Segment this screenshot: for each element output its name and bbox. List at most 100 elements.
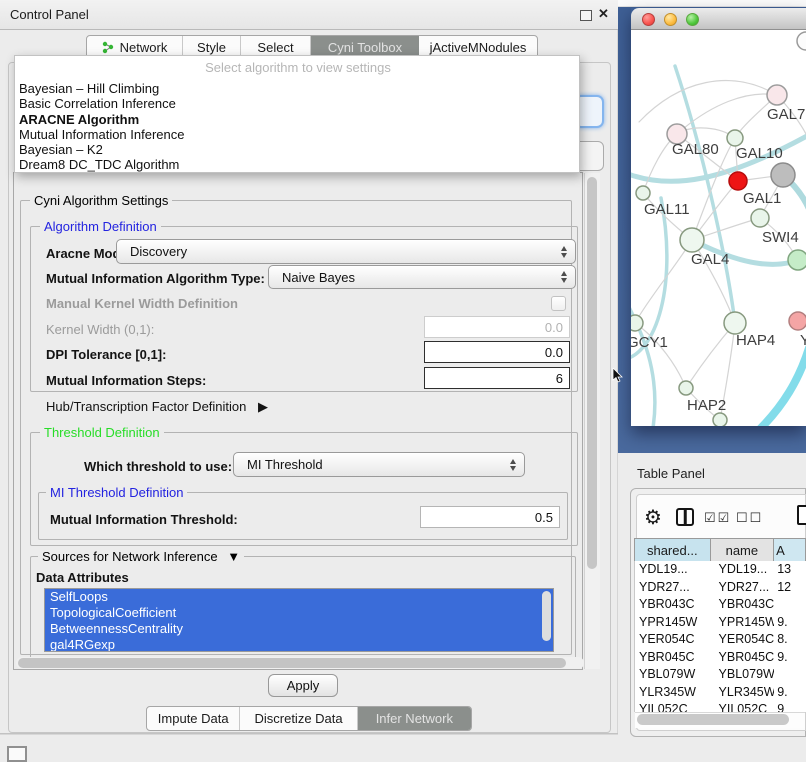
network-node[interactable] [797, 32, 806, 50]
table-row[interactable]: YDL19...YDL19...13 [635, 561, 806, 579]
network-window-titlebar[interactable] [631, 8, 806, 30]
algorithm-option[interactable]: Dream8 DC_TDC Algorithm [15, 157, 581, 172]
table-cell: YBR043C [711, 596, 775, 614]
table-cell: 9. [774, 684, 806, 702]
algorithm-option[interactable]: Bayesian – K2 [15, 142, 581, 157]
settings-horizontal-scrollbar-thumb[interactable] [18, 658, 566, 668]
network-node[interactable] [767, 85, 787, 105]
node-label: GCY1 [631, 334, 668, 351]
table-row[interactable]: YBR045CYBR045C9. [635, 649, 806, 667]
float-window-icon[interactable] [580, 10, 592, 21]
close-icon[interactable]: ✕ [598, 6, 609, 22]
table-cell: YBL079W [711, 666, 775, 684]
network-node[interactable] [751, 209, 769, 227]
mi-type-combobox[interactable]: Naive Bayes [268, 265, 576, 289]
tab-label: Discretize Data [254, 711, 342, 726]
table-row[interactable]: YIL052CYIL052C9 [635, 701, 806, 712]
cyni-bottom-tabbar: Impute Data Discretize Data Infer Networ… [146, 706, 472, 731]
minimize-traffic-light[interactable] [664, 13, 677, 26]
network-node[interactable] [729, 172, 747, 190]
table-cell: YBR045C [635, 649, 711, 667]
tab-label: Network [120, 40, 168, 55]
mi-threshold-field[interactable]: 0.5 [420, 506, 560, 528]
network-node[interactable] [679, 381, 693, 395]
network-edge [635, 323, 686, 388]
dpi-tolerance-field[interactable]: 0.0 [424, 341, 570, 363]
settings-vertical-scrollbar-thumb[interactable] [587, 177, 597, 569]
network-node[interactable] [713, 413, 727, 426]
table-cell [774, 666, 806, 684]
which-threshold-combobox[interactable]: MI Threshold [233, 452, 525, 477]
tab-label: jActiveMNodules [430, 40, 527, 55]
table-cell: YPR145W [635, 614, 711, 632]
sources-legend[interactable]: Sources for Network Inference ▼ [38, 549, 244, 564]
mi-steps-label: Mutual Information Steps: [46, 373, 206, 388]
aracne-mode-combobox[interactable]: Discovery [116, 239, 576, 264]
column-header[interactable]: shared... [635, 539, 711, 562]
network-canvas[interactable]: GAL7GAL80GAL10GAL1GAL11SWI4GAL4GCY1HAP4Y… [631, 30, 806, 426]
chevron-right-icon: ▶ [258, 399, 268, 414]
deselect-all-checkboxes-icon[interactable]: ☐☐ [736, 510, 763, 526]
combobox-value: Naive Bayes [282, 270, 355, 285]
tab-infer-network[interactable]: Infer Network [358, 707, 471, 730]
tab-label: Infer Network [376, 711, 453, 726]
mi-steps-field[interactable]: 6 [424, 367, 570, 389]
attribute-item[interactable]: BetweennessCentrality [45, 621, 553, 637]
attribute-item[interactable]: gal4RGexp [45, 637, 553, 652]
manual-kernel-checkbox[interactable] [551, 296, 566, 311]
data-attributes-list[interactable]: SelfLoopsTopologicalCoefficientBetweenne… [44, 588, 554, 652]
node-label: GAL7 [767, 106, 805, 123]
attribute-item[interactable]: SelfLoops [45, 589, 553, 605]
close-traffic-light[interactable] [642, 13, 655, 26]
table-row[interactable]: YPR145WYPR145W9. [635, 614, 806, 632]
table-row[interactable]: YDR27...YDR27...12 [635, 579, 806, 597]
network-node[interactable] [636, 186, 650, 200]
table-cell: YDL19... [711, 561, 775, 579]
chevron-down-icon: ▼ [227, 549, 240, 564]
table-row[interactable]: YBL079WYBL079W [635, 666, 806, 684]
tab-label: Impute Data [158, 711, 229, 726]
network-node[interactable] [771, 163, 795, 187]
table-row[interactable]: YBR043CYBR043C [635, 596, 806, 614]
node-label: GAL80 [672, 141, 719, 158]
kernel-width-field[interactable]: 0.0 [424, 316, 570, 338]
network-edge [675, 66, 735, 323]
apply-button[interactable]: Apply [268, 674, 338, 697]
column-header[interactable]: name [711, 539, 775, 562]
cyni-settings-legend: Cyni Algorithm Settings [30, 193, 172, 208]
table-cell: YER054C [635, 631, 711, 649]
select-all-checkboxes-icon[interactable]: ☑☑ [704, 510, 731, 526]
zoom-traffic-light[interactable] [686, 13, 699, 26]
network-node[interactable] [680, 228, 704, 252]
algorithm-option[interactable]: Basic Correlation Inference [15, 96, 581, 111]
algorithm-option[interactable]: ARACNE Algorithm [15, 112, 581, 127]
network-icon [102, 41, 115, 54]
tab-impute-data[interactable]: Impute Data [147, 707, 240, 730]
attribute-item[interactable]: TopologicalCoefficient [45, 605, 553, 621]
network-node[interactable] [788, 250, 806, 270]
mi-threshold-label: Mutual Information Threshold: [50, 512, 238, 527]
table-cell: YBR043C [635, 596, 711, 614]
tab-discretize-data[interactable]: Discretize Data [240, 707, 357, 730]
gear-icon[interactable]: ⚙ [644, 505, 662, 530]
column-header[interactable]: A [774, 539, 806, 562]
table-row[interactable]: YLR345WYLR345W9. [635, 684, 806, 702]
network-node[interactable] [631, 315, 643, 331]
dock-panel-icon[interactable] [7, 746, 27, 762]
network-node[interactable] [727, 130, 743, 146]
table-row[interactable]: YER054CYER054C8. [635, 631, 806, 649]
algorithm-option[interactable]: Mutual Information Inference [15, 127, 581, 142]
table-cell: 9 [774, 701, 806, 712]
table-cell: YBL079W [635, 666, 711, 684]
algorithm-option[interactable]: Bayesian – Hill Climbing [15, 81, 581, 96]
table-header: shared... name A [634, 538, 806, 561]
node-label: GAL11 [644, 201, 690, 218]
table-cell: YIL052C [711, 701, 775, 712]
hub-definition-toggle[interactable]: Hub/Transcription Factor Definition ▶ [46, 399, 268, 415]
attributes-scrollbar-thumb[interactable] [542, 591, 551, 641]
table-horizontal-scrollbar-thumb[interactable] [637, 714, 789, 725]
network-node[interactable] [789, 312, 806, 330]
columns-icon[interactable] [676, 508, 694, 526]
network-node[interactable] [724, 312, 746, 334]
document-icon[interactable] [797, 505, 806, 525]
